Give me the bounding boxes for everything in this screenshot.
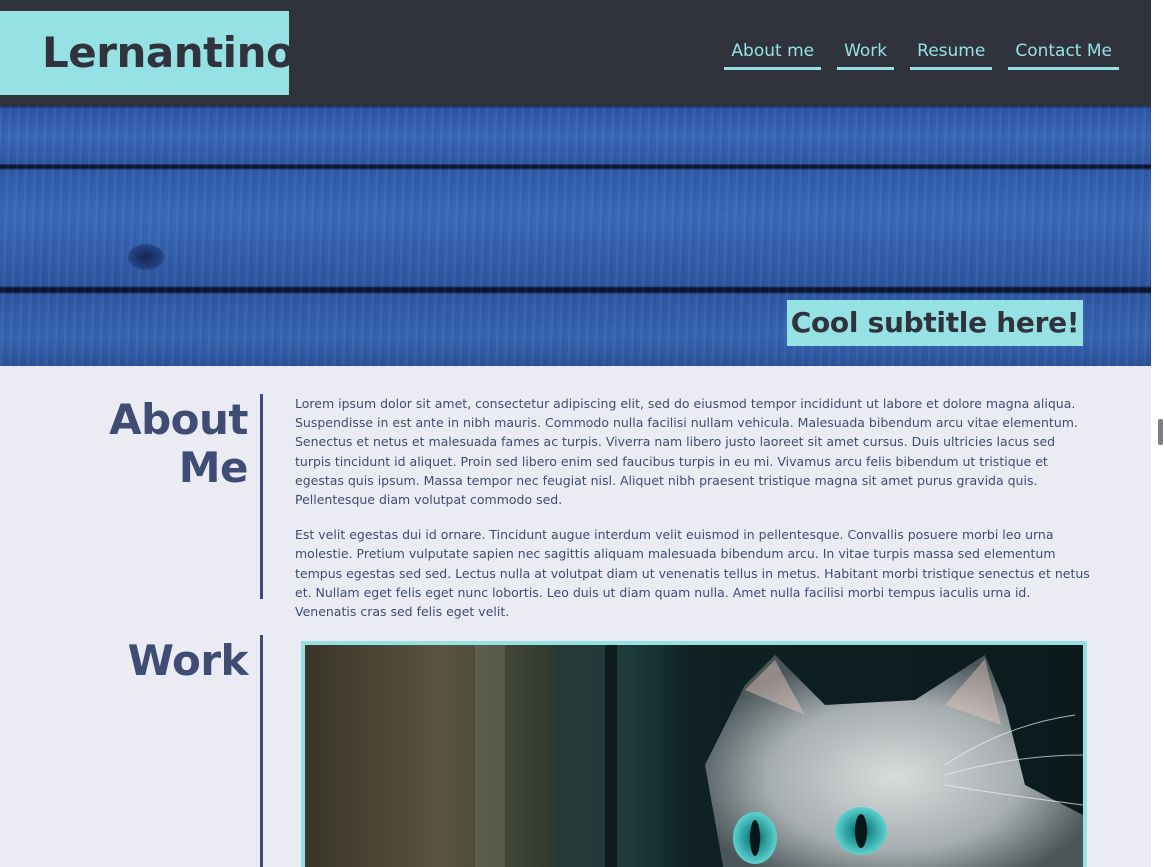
nav-link-work[interactable]: Work <box>837 40 895 70</box>
site-header: Lernantino About me Work Resume Contact … <box>0 0 1151 106</box>
site-logo[interactable]: Lernantino <box>0 11 295 95</box>
main-nav: About me Work Resume Contact Me <box>724 40 1119 70</box>
hero-banner: Cool subtitle here! <box>0 106 1151 366</box>
work-project-card[interactable] <box>301 641 1087 867</box>
nav-link-contact-me[interactable]: Contact Me <box>1008 40 1119 70</box>
cat-photo <box>305 645 1083 867</box>
work-divider <box>260 635 263 867</box>
about-divider <box>260 394 263 599</box>
wood-knot <box>128 244 164 270</box>
about-paragraph: Est velit egestas dui id ornare. Tincidu… <box>295 527 1090 620</box>
about-heading-line1: About <box>109 395 248 444</box>
page: Lernantino About me Work Resume Contact … <box>0 0 1151 867</box>
scrollbar-thumb[interactable] <box>1158 419 1163 445</box>
work-heading: Work <box>127 636 249 685</box>
hero-subtitle: Cool subtitle here! <box>787 300 1083 346</box>
nav-link-resume[interactable]: Resume <box>910 40 993 70</box>
about-paragraph: Lorem ipsum dolor sit amet, consectetur … <box>295 396 1078 508</box>
about-text: Lorem ipsum dolor sit amet, consectetur … <box>295 394 1090 621</box>
about-heading: About Me <box>109 396 248 492</box>
about-heading-line2: Me <box>178 443 249 492</box>
nav-link-about-me[interactable]: About me <box>724 40 822 70</box>
